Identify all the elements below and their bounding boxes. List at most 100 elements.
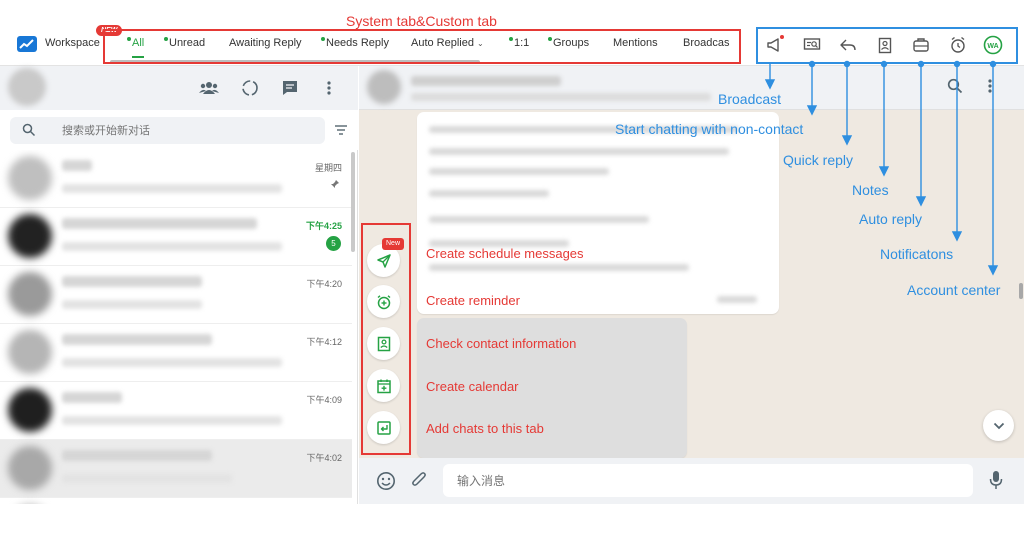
chat-name-redacted	[62, 218, 257, 229]
message-bubble[interactable]	[417, 112, 779, 314]
chat-time: 下午4:20	[306, 279, 342, 289]
send-schedule-icon	[376, 253, 391, 268]
contact-info-button[interactable]	[367, 327, 400, 360]
communities-icon[interactable]	[199, 78, 219, 98]
microphone-icon[interactable]	[989, 470, 1003, 490]
chat-name-redacted	[62, 334, 212, 345]
chat-list-item[interactable]: 下午4:12	[0, 324, 352, 382]
chat-avatar	[8, 272, 52, 316]
chat-time: 下午4:09	[306, 395, 342, 405]
auto-reply-icon[interactable]	[911, 35, 931, 55]
pin-icon	[331, 180, 339, 188]
search-input[interactable]	[62, 122, 312, 139]
scroll-to-bottom-button[interactable]	[983, 410, 1014, 441]
callout-account-center: Account center	[907, 282, 1001, 298]
chat-preview-redacted	[62, 474, 232, 483]
chat-preview-redacted	[62, 358, 282, 367]
contact-card-icon	[377, 336, 390, 351]
create-reminder-button[interactable]	[367, 285, 400, 318]
callout-notifications: Notificatons	[880, 246, 954, 262]
chat-avatar	[8, 214, 52, 258]
new-tag: New	[382, 238, 405, 250]
account-center-icon[interactable]: WA	[983, 35, 1003, 55]
non-contact-chat-icon[interactable]	[802, 35, 822, 55]
system-tab-annotation: System tab&Custom tab	[346, 13, 497, 29]
message-time-redacted	[717, 296, 757, 303]
conversation-members-redacted	[411, 93, 711, 101]
top-bar: Workspace NEW All Unread Awaiting Reply …	[0, 24, 1024, 66]
callout-notes: Notes	[852, 182, 889, 198]
chat-name-redacted	[62, 450, 212, 461]
chat-preview-redacted	[62, 416, 282, 425]
notes-icon[interactable]	[875, 35, 895, 55]
chat-avatar	[8, 156, 52, 200]
chat-name-redacted	[62, 392, 122, 403]
app-root: Workspace NEW All Unread Awaiting Reply …	[0, 0, 1024, 533]
conversation-name-redacted	[411, 76, 561, 86]
chat-list: 星期四 下午4:25 5 下午4:20 下午4:12 下午4:09 下午4:02	[0, 150, 358, 504]
add-to-tab-icon	[376, 420, 391, 435]
menu-icon[interactable]	[319, 78, 339, 98]
action-label-add-to-tab: Add chats to this tab	[426, 421, 544, 436]
message-text-redacted	[429, 168, 609, 175]
message-text-redacted	[429, 264, 689, 271]
menu-icon[interactable]	[987, 78, 993, 94]
broadcast-icon[interactable]	[765, 35, 785, 55]
callout-broadcast: Broadcast	[718, 91, 782, 107]
notifications-icon[interactable]	[948, 35, 968, 55]
search-row	[0, 110, 358, 150]
action-label-contact: Check contact information	[426, 336, 577, 351]
chat-list-item[interactable]: 星期四	[0, 150, 352, 208]
chat-list-item[interactable]: 下午4:20	[0, 266, 352, 324]
chat-sidebar: 星期四 下午4:25 5 下午4:20 下午4:12	[0, 66, 358, 504]
message-input[interactable]	[443, 464, 973, 497]
chat-preview-redacted	[62, 300, 202, 309]
attach-icon[interactable]	[410, 471, 428, 491]
chevron-down-icon	[993, 422, 1004, 429]
chat-preview-redacted	[62, 242, 282, 251]
message-text-redacted	[429, 148, 729, 155]
chat-avatar	[8, 388, 52, 432]
search-icon	[22, 123, 36, 137]
sidebar-header	[0, 66, 358, 110]
message-text-redacted	[429, 216, 649, 223]
chat-avatar	[8, 446, 52, 490]
add-to-tab-button[interactable]	[367, 411, 400, 444]
my-avatar[interactable]	[8, 68, 46, 106]
chat-time: 下午4:25	[305, 221, 342, 231]
search-box[interactable]	[10, 117, 325, 144]
emoji-icon[interactable]	[376, 471, 396, 491]
conversation-avatar	[367, 70, 401, 104]
chat-name-redacted	[62, 160, 92, 171]
conversation-header[interactable]	[359, 66, 1024, 110]
workspace-label[interactable]: Workspace	[45, 37, 100, 49]
action-label-schedule: Create schedule messages	[426, 246, 584, 261]
action-label-reminder: Create reminder	[426, 293, 520, 308]
unread-badge: 5	[326, 236, 341, 251]
search-icon[interactable]	[947, 78, 963, 94]
workspace-logo-icon	[17, 36, 37, 52]
compose-bar	[359, 458, 1024, 504]
chat-name-redacted	[62, 276, 202, 287]
sidebar-scrollbar[interactable]	[351, 152, 355, 252]
status-icon[interactable]	[240, 78, 260, 98]
chat-time: 下午4:12	[306, 337, 342, 347]
quick-reply-icon[interactable]	[838, 35, 858, 55]
new-chat-icon[interactable]	[280, 78, 300, 98]
filter-icon[interactable]	[334, 124, 348, 136]
chat-avatar	[8, 330, 52, 374]
calendar-add-icon	[376, 379, 391, 393]
chat-list-item[interactable]: 下午4:25 5	[0, 208, 352, 266]
svg-text:WA: WA	[987, 43, 998, 50]
chat-preview-redacted	[62, 184, 282, 193]
notification-dot	[780, 35, 784, 39]
chat-list-item[interactable]: 下午4:09	[0, 382, 352, 440]
chat-list-item[interactable]	[0, 498, 352, 504]
callout-quick-reply: Quick reply	[783, 152, 854, 168]
chat-time: 下午4:02	[306, 453, 342, 463]
alarm-add-icon	[377, 294, 390, 309]
action-label-calendar: Create calendar	[426, 379, 519, 394]
chat-list-item[interactable]: 下午4:02	[0, 440, 352, 498]
conversation-scrollbar[interactable]	[1019, 283, 1023, 299]
create-calendar-button[interactable]	[367, 369, 400, 402]
